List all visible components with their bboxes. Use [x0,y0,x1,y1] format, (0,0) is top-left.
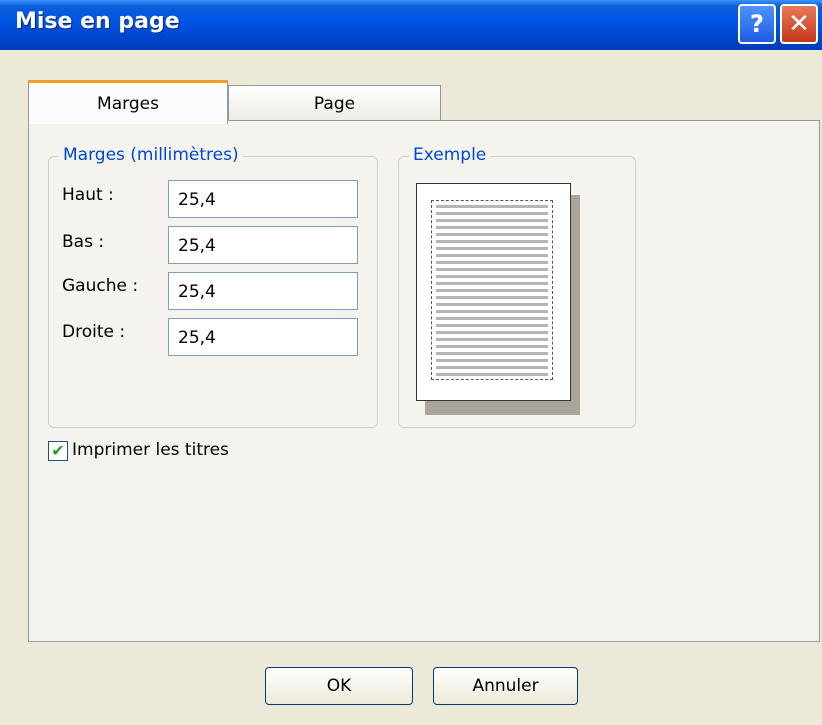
preview-text-line [436,338,548,341]
preview-text-line [436,373,548,376]
preview-text-line [436,233,548,236]
preview-text-line [436,282,548,285]
print-titles-label[interactable]: Imprimer les titres [72,440,229,460]
example-group-legend: Exemple [409,145,491,165]
tab-marges[interactable]: Marges [28,80,228,124]
preview-text-line [436,359,548,362]
bottom-margin-label: Bas : [62,232,105,252]
margins-group-legend: Marges (millimètres) [59,145,243,165]
preview-text-line [436,310,548,313]
preview-text-line [436,268,548,271]
right-margin-input[interactable]: 25,4 [168,318,358,356]
preview-text-line [436,296,548,299]
print-titles-checkbox[interactable]: ✔ [48,441,68,461]
dialog-window: Mise en page ? ✕ Marges Page Marges (mil… [0,0,822,725]
close-icon: ✕ [788,9,810,39]
top-margin-label: Haut : [62,185,114,205]
preview-text-line [436,240,548,243]
top-margin-input[interactable]: 25,4 [168,180,358,218]
close-button[interactable]: ✕ [780,4,818,44]
window-title: Mise en page [15,9,180,34]
preview-text-line [436,317,548,320]
help-icon: ? [750,10,764,38]
preview-text-line [436,366,548,369]
preview-text-line [436,226,548,229]
preview-text-line [436,345,548,348]
preview-text-line [436,289,548,292]
page-preview [416,183,571,401]
preview-text-line [436,331,548,334]
preview-text-line [436,303,548,306]
ok-button[interactable]: OK [265,667,413,705]
preview-text-line [436,261,548,264]
left-margin-input[interactable]: 25,4 [168,272,358,310]
right-margin-label: Droite : [62,322,126,342]
preview-text-line [436,219,548,222]
preview-text-line [436,352,548,355]
preview-text-line [436,254,548,257]
page-preview-margin-box [431,200,553,380]
bottom-margin-input[interactable]: 25,4 [168,226,358,264]
cancel-button[interactable]: Annuler [433,667,578,705]
checkmark-icon: ✔ [51,441,65,460]
help-button[interactable]: ? [738,4,776,44]
preview-text-line [436,247,548,250]
preview-text-line [436,205,548,208]
tab-page[interactable]: Page [228,85,441,122]
left-margin-label: Gauche : [62,276,139,296]
preview-text-line [436,275,548,278]
title-bar[interactable]: Mise en page ? ✕ [0,0,822,50]
preview-text-line [436,324,548,327]
preview-text-line [436,212,548,215]
